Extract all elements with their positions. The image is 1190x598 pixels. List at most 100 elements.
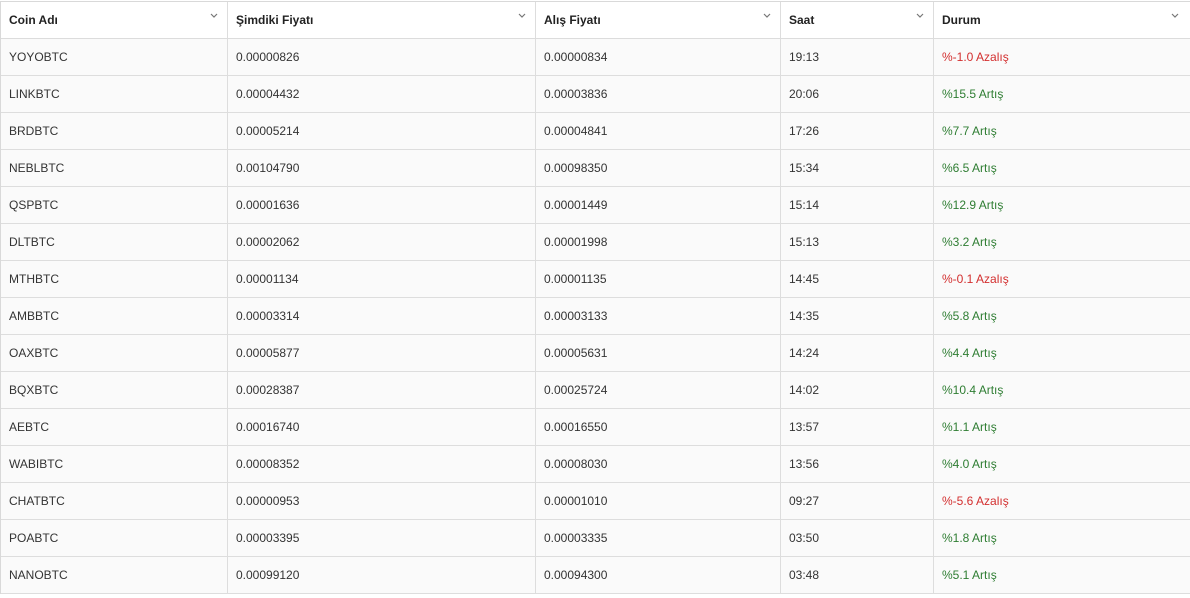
buy-price-cell: 0.00094300 <box>536 557 781 593</box>
time-cell: 17:26 <box>781 113 934 149</box>
status-cell: %4.0 Artış <box>942 457 997 471</box>
current-price-cell: 0.00003314 <box>228 298 536 334</box>
status-cell: %15.5 Artış <box>942 87 1004 101</box>
status-cell: %-5.6 Azalış <box>942 494 1009 508</box>
coin-name-cell: QSPBTC <box>1 187 228 223</box>
current-price-cell: 0.00002062 <box>228 224 536 260</box>
coin-name-cell: OAXBTC <box>1 335 228 371</box>
table-row[interactable]: WABIBTC 0.00008352 0.00008030 13:56 %4.0 Art… <box>1 446 1190 483</box>
status-cell: %1.8 Artış <box>942 531 997 545</box>
table-row[interactable]: POABTC 0.00003395 0.00003335 03:50 %1.8 Artı… <box>1 520 1190 557</box>
current-price-cell: 0.00104790 <box>228 150 536 186</box>
time-cell: 13:57 <box>781 409 934 445</box>
time-cell: 15:13 <box>781 224 934 260</box>
column-header-status[interactable]: Durum <box>934 2 1188 38</box>
column-header-current-price[interactable]: Şimdiki Fiyatı <box>228 2 536 38</box>
coin-name-cell: YOYOBTC <box>1 39 228 75</box>
table-row[interactable]: NANOBTC 0.00099120 0.00094300 03:48 %5.1 Art… <box>1 557 1190 594</box>
time-cell: 03:50 <box>781 520 934 556</box>
status-cell: %1.1 Artış <box>942 420 997 434</box>
buy-price-cell: 0.00001998 <box>536 224 781 260</box>
status-cell: %-0.1 Azalış <box>942 272 1009 286</box>
current-price-cell: 0.00000826 <box>228 39 536 75</box>
buy-price-cell: 0.00004841 <box>536 113 781 149</box>
column-header-coin[interactable]: Coin Adı <box>1 2 228 38</box>
buy-price-cell: 0.00003836 <box>536 76 781 112</box>
status-cell: %5.8 Artış <box>942 309 997 323</box>
time-cell: 14:35 <box>781 298 934 334</box>
table-row[interactable]: CHATBTC 0.00000953 0.00001010 09:27 %-5.6 Az… <box>1 483 1190 520</box>
buy-price-cell: 0.00025724 <box>536 372 781 408</box>
current-price-cell: 0.00008352 <box>228 446 536 482</box>
buy-price-cell: 0.00001135 <box>536 261 781 297</box>
time-cell: 09:27 <box>781 483 934 519</box>
table-row[interactable]: LINKBTC 0.00004432 0.00003836 20:06 %15.5 Ar… <box>1 76 1190 113</box>
table-row[interactable]: YOYOBTC 0.00000826 0.00000834 19:13 %-1.0 Az… <box>1 39 1190 76</box>
chevron-down-icon[interactable] <box>915 11 925 21</box>
column-header-label: Şimdiki Fiyatı <box>236 13 314 27</box>
time-cell: 13:56 <box>781 446 934 482</box>
table-row[interactable]: DLTBTC 0.00002062 0.00001998 15:13 %3.2 Artı… <box>1 224 1190 261</box>
time-cell: 14:24 <box>781 335 934 371</box>
status-cell: %7.7 Artış <box>942 124 997 138</box>
status-cell: %6.5 Artış <box>942 161 997 175</box>
status-cell: %5.1 Artış <box>942 568 997 582</box>
column-header-time[interactable]: Saat <box>781 2 934 38</box>
time-cell: 15:34 <box>781 150 934 186</box>
table-row[interactable]: QSPBTC 0.00001636 0.00001449 15:14 %12.9 Art… <box>1 187 1190 224</box>
table-row[interactable]: AMBBTC 0.00003314 0.00003133 14:35 %5.8 Artı… <box>1 298 1190 335</box>
coin-name-cell: AMBBTC <box>1 298 228 334</box>
column-header-label: Coin Adı <box>9 13 58 27</box>
buy-price-cell: 0.00098350 <box>536 150 781 186</box>
chevron-down-icon[interactable] <box>762 11 772 21</box>
time-cell: 14:02 <box>781 372 934 408</box>
buy-price-cell: 0.00001449 <box>536 187 781 223</box>
current-price-cell: 0.00001636 <box>228 187 536 223</box>
time-cell: 19:13 <box>781 39 934 75</box>
table-row[interactable]: OAXBTC 0.00005877 0.00005631 14:24 %4.4 Artı… <box>1 335 1190 372</box>
table-row[interactable]: AEBTC 0.00016740 0.00016550 13:57 %1.1 Artış <box>1 409 1190 446</box>
buy-price-cell: 0.00000834 <box>536 39 781 75</box>
table-body: YOYOBTC 0.00000826 0.00000834 19:13 %-1.0 Az… <box>1 39 1190 594</box>
column-header-label: Saat <box>789 13 815 27</box>
buy-price-cell: 0.00005631 <box>536 335 781 371</box>
current-price-cell: 0.00001134 <box>228 261 536 297</box>
current-price-cell: 0.00004432 <box>228 76 536 112</box>
chevron-down-icon[interactable] <box>517 11 527 21</box>
coin-name-cell: POABTC <box>1 520 228 556</box>
table-row[interactable]: BRDBTC 0.00005214 0.00004841 17:26 %7.7 Artı… <box>1 113 1190 150</box>
buy-price-cell: 0.00003133 <box>536 298 781 334</box>
coin-name-cell: MTHBTC <box>1 261 228 297</box>
current-price-cell: 0.00005877 <box>228 335 536 371</box>
current-price-cell: 0.00000953 <box>228 483 536 519</box>
buy-price-cell: 0.00003335 <box>536 520 781 556</box>
table-row[interactable]: NEBLBTC 0.00104790 0.00098350 15:34 %6.5 Art… <box>1 150 1190 187</box>
table-row[interactable]: MTHBTC 0.00001134 0.00001135 14:45 %-0.1 Aza… <box>1 261 1190 298</box>
current-price-cell: 0.00028387 <box>228 372 536 408</box>
current-price-cell: 0.00099120 <box>228 557 536 593</box>
coin-name-cell: AEBTC <box>1 409 228 445</box>
column-header-label: Alış Fiyatı <box>544 13 601 27</box>
status-cell: %4.4 Artış <box>942 346 997 360</box>
time-cell: 20:06 <box>781 76 934 112</box>
time-cell: 14:45 <box>781 261 934 297</box>
chevron-down-icon[interactable] <box>1170 11 1180 21</box>
time-cell: 15:14 <box>781 187 934 223</box>
table-row[interactable]: BQXBTC 0.00028387 0.00025724 14:02 %10.4 Art… <box>1 372 1190 409</box>
coin-name-cell: NEBLBTC <box>1 150 228 186</box>
status-cell: %3.2 Artış <box>942 235 997 249</box>
coin-name-cell: WABIBTC <box>1 446 228 482</box>
coin-name-cell: CHATBTC <box>1 483 228 519</box>
chevron-down-icon[interactable] <box>209 11 219 21</box>
time-cell: 03:48 <box>781 557 934 593</box>
coin-name-cell: NANOBTC <box>1 557 228 593</box>
column-header-buy-price[interactable]: Alış Fiyatı <box>536 2 781 38</box>
current-price-cell: 0.00005214 <box>228 113 536 149</box>
buy-price-cell: 0.00008030 <box>536 446 781 482</box>
status-cell: %-1.0 Azalış <box>942 50 1009 64</box>
current-price-cell: 0.00003395 <box>228 520 536 556</box>
buy-price-cell: 0.00001010 <box>536 483 781 519</box>
status-cell: %10.4 Artış <box>942 383 1004 397</box>
current-price-cell: 0.00016740 <box>228 409 536 445</box>
column-header-label: Durum <box>942 13 981 27</box>
